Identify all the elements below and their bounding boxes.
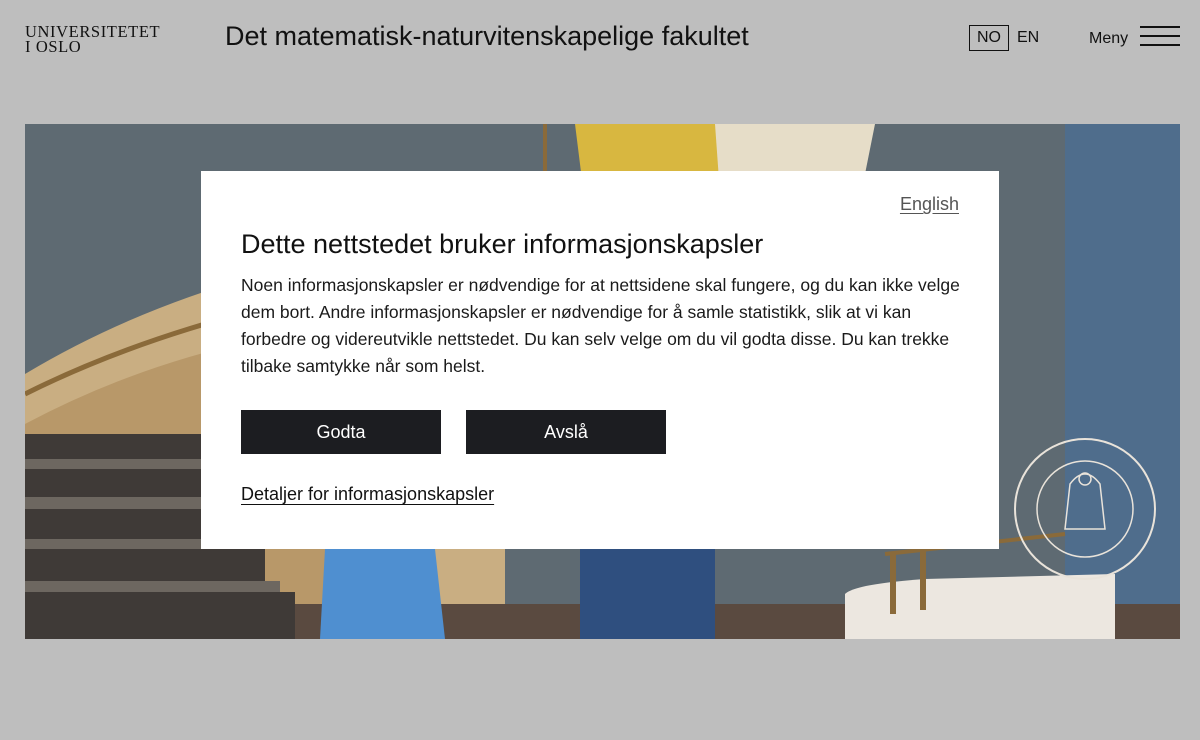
language-no-button[interactable]: NO xyxy=(969,25,1009,51)
menu-hamburger-icon[interactable] xyxy=(1140,26,1180,48)
accept-cookies-button[interactable]: Godta xyxy=(241,410,441,454)
english-language-link[interactable]: English xyxy=(900,194,959,215)
language-en-button[interactable]: EN xyxy=(1017,29,1039,47)
cookie-dialog-title: Dette nettstedet bruker informasjonskaps… xyxy=(241,229,764,259)
uio-logo[interactable]: UNIVERSITETET I OSLO xyxy=(25,23,160,56)
site-header: UNIVERSITETET I OSLO Det matematisk-natu… xyxy=(0,0,1200,80)
menu-label[interactable]: Meny xyxy=(1089,30,1128,48)
logo-line-2: I OSLO xyxy=(25,37,82,56)
cookie-dialog-body: Noen informasjonskapsler er nødvendige f… xyxy=(241,275,960,376)
cookie-consent-dialog: English Dette nettstedet bruker informas… xyxy=(201,171,999,549)
decline-cookies-button[interactable]: Avslå xyxy=(466,410,666,454)
cookie-details-link[interactable]: Detaljer for informasjonskapsler xyxy=(241,484,494,505)
faculty-title[interactable]: Det matematisk-naturvitenskapelige fakul… xyxy=(225,21,749,52)
